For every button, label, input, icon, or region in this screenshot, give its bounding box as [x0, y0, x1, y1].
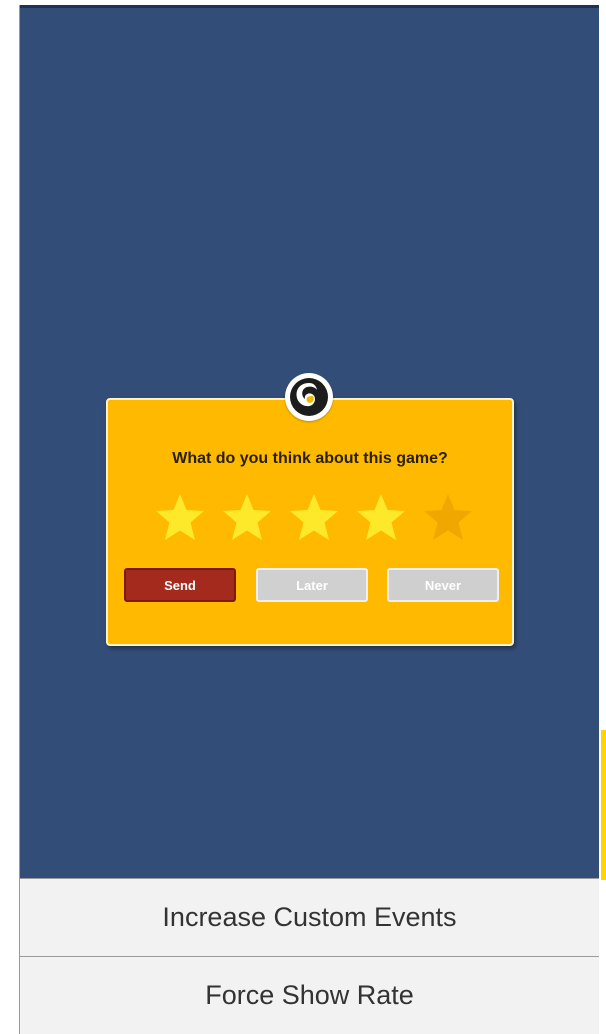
- never-button[interactable]: Never: [387, 568, 499, 602]
- later-button[interactable]: Later: [256, 568, 368, 602]
- star-icon-2[interactable]: [221, 492, 273, 542]
- star-icon-5[interactable]: [422, 492, 474, 542]
- star-icon-1[interactable]: [154, 492, 206, 542]
- star-icon-3[interactable]: [288, 492, 340, 542]
- force-show-rate-button[interactable]: Force Show Rate: [20, 956, 599, 1034]
- dialog-buttons: Send Later Never: [122, 568, 500, 604]
- rate-question: What do you think about this game?: [172, 450, 448, 467]
- app-screen: What do you think about this game? Send …: [0, 0, 606, 1034]
- star-rating[interactable]: [154, 492, 474, 542]
- increase-custom-events-button[interactable]: Increase Custom Events: [20, 878, 599, 956]
- swirl-logo-icon: [285, 373, 333, 421]
- swirl-logo-graphic: [290, 378, 328, 416]
- yellow-sliver: [601, 730, 606, 880]
- send-button[interactable]: Send: [124, 568, 236, 602]
- star-icon-4[interactable]: [355, 492, 407, 542]
- rate-dialog: What do you think about this game? Send …: [106, 398, 514, 646]
